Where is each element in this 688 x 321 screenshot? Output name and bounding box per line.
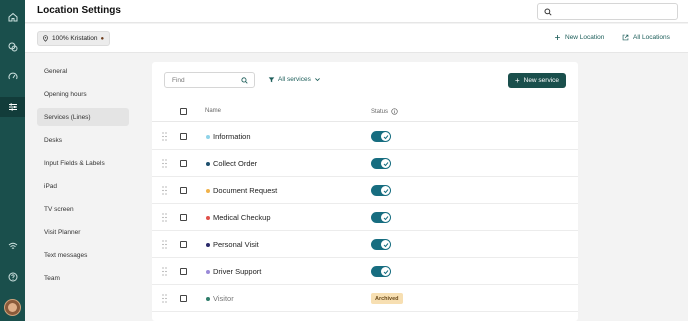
row-checkbox[interactable] xyxy=(180,268,187,275)
wifi-icon[interactable] xyxy=(6,239,19,252)
services-panel: Find All services + New service Name Sta… xyxy=(152,62,578,321)
new-service-button[interactable]: + New service xyxy=(508,73,566,88)
check-icon xyxy=(381,267,390,276)
table-row[interactable]: Visitor Archived xyxy=(152,285,578,312)
drag-handle-icon[interactable] xyxy=(162,159,167,168)
find-placeholder: Find xyxy=(172,77,185,84)
drag-handle-icon[interactable] xyxy=(162,213,167,222)
filter-icon xyxy=(268,77,275,83)
service-color-dot xyxy=(206,297,210,301)
status-toggle[interactable] xyxy=(371,131,391,142)
search-icon xyxy=(241,77,248,84)
column-header-name: Name xyxy=(205,108,222,114)
plus-icon: + xyxy=(514,75,520,85)
plus-icon xyxy=(555,35,560,40)
filter-label: All services xyxy=(278,76,311,83)
status-toggle[interactable] xyxy=(371,185,391,196)
archived-badge: Archived xyxy=(371,293,403,304)
check-icon xyxy=(381,186,390,195)
service-name[interactable]: Medical Checkup xyxy=(213,213,271,222)
service-color-dot xyxy=(206,189,210,193)
page-title: Location Settings xyxy=(37,5,121,16)
nav-item-text-messages[interactable]: Text messages xyxy=(37,246,129,264)
drag-handle-icon[interactable] xyxy=(162,294,167,303)
all-locations-label: All Locations xyxy=(633,34,670,41)
services-filter-dropdown[interactable]: All services xyxy=(268,76,321,83)
check-icon xyxy=(381,132,390,141)
chat-bubbles-icon[interactable] xyxy=(6,40,19,53)
settings-nav: General Opening hours Services (Lines) D… xyxy=(37,62,129,292)
check-icon xyxy=(381,240,390,249)
column-header-status: Status xyxy=(371,108,398,115)
service-color-dot xyxy=(206,270,210,274)
help-icon[interactable] xyxy=(6,270,19,283)
nav-item-visit-planner[interactable]: Visit Planner xyxy=(37,223,129,241)
service-name[interactable]: Document Request xyxy=(213,186,277,195)
status-header-label: Status xyxy=(371,108,389,115)
global-search-input[interactable] xyxy=(537,3,678,20)
nav-item-general[interactable]: General xyxy=(37,62,129,80)
service-name[interactable]: Information xyxy=(213,132,251,141)
drag-handle-icon[interactable] xyxy=(162,240,167,249)
home-icon[interactable] xyxy=(6,10,19,23)
status-toggle[interactable] xyxy=(371,239,391,250)
nav-item-services[interactable]: Services (Lines) xyxy=(37,108,129,126)
nav-item-desks[interactable]: Desks xyxy=(37,131,129,149)
status-toggle[interactable] xyxy=(371,266,391,277)
service-color-dot xyxy=(206,135,210,139)
table-header: Name Status xyxy=(152,102,578,122)
service-color-dot xyxy=(206,216,210,220)
row-checkbox[interactable] xyxy=(180,214,187,221)
top-bar: Location Settings xyxy=(25,0,688,23)
info-icon[interactable] xyxy=(391,108,398,115)
external-link-icon xyxy=(622,34,629,41)
table-row[interactable]: Collect Order xyxy=(152,150,578,177)
nav-item-tv-screen[interactable]: TV screen xyxy=(37,200,129,218)
service-color-dot xyxy=(206,243,210,247)
nav-item-opening-hours[interactable]: Opening hours xyxy=(37,85,129,103)
nav-item-input-fields[interactable]: Input Fields & Labels xyxy=(37,154,129,172)
row-checkbox[interactable] xyxy=(180,241,187,248)
nav-item-ipad[interactable]: iPad xyxy=(37,177,129,195)
service-name[interactable]: Personal Visit xyxy=(213,240,259,249)
new-location-label: New Location xyxy=(565,34,605,41)
table-row[interactable]: Driver Support xyxy=(152,258,578,285)
drag-handle-icon[interactable] xyxy=(162,267,167,276)
table-row[interactable]: Information xyxy=(152,123,578,150)
user-avatar[interactable] xyxy=(4,299,21,316)
check-icon xyxy=(381,159,390,168)
service-name[interactable]: Visitor xyxy=(213,294,234,303)
app-rail xyxy=(0,0,25,321)
check-icon xyxy=(381,213,390,222)
table-row[interactable]: Personal Visit xyxy=(152,231,578,258)
location-name: 100% Kristation xyxy=(52,35,98,42)
location-emoji-icon: ● xyxy=(100,35,105,42)
row-checkbox[interactable] xyxy=(180,187,187,194)
search-icon xyxy=(544,8,552,16)
table-row[interactable]: Document Request xyxy=(152,177,578,204)
row-checkbox[interactable] xyxy=(180,133,187,140)
location-selector[interactable]: 100% Kristation ● xyxy=(37,31,111,46)
drag-handle-icon[interactable] xyxy=(162,186,167,195)
service-name[interactable]: Collect Order xyxy=(213,159,257,168)
chevron-down-icon xyxy=(314,78,320,82)
row-checkbox[interactable] xyxy=(180,295,187,302)
nav-item-team[interactable]: Team xyxy=(37,269,129,287)
status-toggle[interactable] xyxy=(371,212,391,223)
map-pin-icon xyxy=(43,35,48,42)
status-toggle[interactable] xyxy=(371,158,391,169)
find-input[interactable]: Find xyxy=(164,72,255,88)
gauge-icon[interactable] xyxy=(6,70,19,83)
sliders-icon[interactable] xyxy=(6,100,19,113)
drag-handle-icon[interactable] xyxy=(162,132,167,141)
all-locations-link[interactable]: All Locations xyxy=(622,34,670,41)
new-service-label: New service xyxy=(523,77,560,84)
select-all-checkbox[interactable] xyxy=(180,108,187,115)
location-bar: 100% Kristation ● New Location All Locat… xyxy=(25,24,688,53)
service-name[interactable]: Driver Support xyxy=(213,267,261,276)
table-row[interactable]: Medical Checkup xyxy=(152,204,578,231)
row-checkbox[interactable] xyxy=(180,160,187,167)
new-location-link[interactable]: New Location xyxy=(554,34,604,41)
service-color-dot xyxy=(206,162,210,166)
